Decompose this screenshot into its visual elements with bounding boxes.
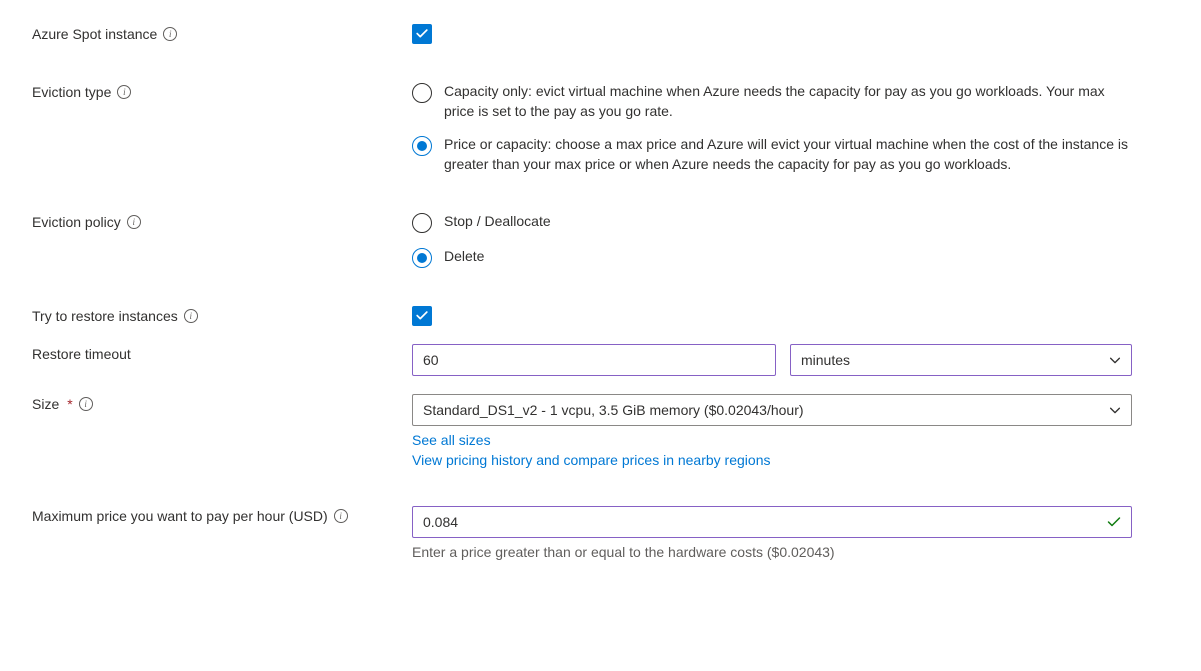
spot-checkbox[interactable] xyxy=(412,24,432,44)
max-price-label-text: Maximum price you want to pay per hour (… xyxy=(32,508,328,524)
radio-icon xyxy=(412,83,432,103)
spot-label: Azure Spot instance i xyxy=(32,24,412,42)
radio-label: Delete xyxy=(444,247,484,267)
select-value: minutes xyxy=(801,352,850,368)
eviction-policy-delete[interactable]: Delete xyxy=(412,247,1132,268)
info-icon[interactable]: i xyxy=(184,309,198,323)
max-price-label: Maximum price you want to pay per hour (… xyxy=(32,506,412,524)
max-price-input[interactable] xyxy=(412,506,1132,538)
valid-checkmark-icon xyxy=(1106,514,1122,530)
eviction-policy-radiogroup: Stop / Deallocate Delete xyxy=(412,212,1132,268)
checkmark-icon xyxy=(415,309,429,323)
radio-icon xyxy=(412,248,432,268)
size-label: Size * i xyxy=(32,394,412,412)
info-icon[interactable]: i xyxy=(79,397,93,411)
eviction-type-radiogroup: Capacity only: evict virtual machine whe… xyxy=(412,82,1132,174)
max-price-helper: Enter a price greater than or equal to t… xyxy=(412,544,1132,560)
restore-timeout-unit-select[interactable]: minutes xyxy=(790,344,1132,376)
spot-label-text: Azure Spot instance xyxy=(32,26,157,42)
radio-label: Capacity only: evict virtual machine whe… xyxy=(444,82,1132,121)
size-select[interactable]: Standard_DS1_v2 - 1 vcpu, 3.5 GiB memory… xyxy=(412,394,1132,426)
eviction-policy-label: Eviction policy i xyxy=(32,212,412,230)
select-value: Standard_DS1_v2 - 1 vcpu, 3.5 GiB memory… xyxy=(423,402,804,418)
info-icon[interactable]: i xyxy=(117,85,131,99)
restore-label-text: Try to restore instances xyxy=(32,308,178,324)
info-icon[interactable]: i xyxy=(127,215,141,229)
eviction-type-label: Eviction type i xyxy=(32,82,412,100)
eviction-type-price-or-capacity[interactable]: Price or capacity: choose a max price an… xyxy=(412,135,1132,174)
restore-label: Try to restore instances i xyxy=(32,306,412,324)
see-all-sizes-link[interactable]: See all sizes xyxy=(412,432,1132,448)
eviction-policy-label-text: Eviction policy xyxy=(32,214,121,230)
size-label-text: Size xyxy=(32,396,59,412)
radio-icon xyxy=(412,136,432,156)
radio-icon xyxy=(412,213,432,233)
restore-timeout-label-text: Restore timeout xyxy=(32,346,131,362)
eviction-type-capacity-only[interactable]: Capacity only: evict virtual machine whe… xyxy=(412,82,1132,121)
checkmark-icon xyxy=(415,27,429,41)
info-icon[interactable]: i xyxy=(334,509,348,523)
eviction-type-label-text: Eviction type xyxy=(32,84,111,100)
radio-label: Stop / Deallocate xyxy=(444,212,551,232)
pricing-history-link[interactable]: View pricing history and compare prices … xyxy=(412,452,1132,468)
required-indicator: * xyxy=(67,396,72,412)
radio-label: Price or capacity: choose a max price an… xyxy=(444,135,1132,174)
restore-timeout-label: Restore timeout xyxy=(32,344,412,362)
restore-checkbox[interactable] xyxy=(412,306,432,326)
eviction-policy-stop-deallocate[interactable]: Stop / Deallocate xyxy=(412,212,1132,233)
info-icon[interactable]: i xyxy=(163,27,177,41)
restore-timeout-input[interactable] xyxy=(412,344,776,376)
